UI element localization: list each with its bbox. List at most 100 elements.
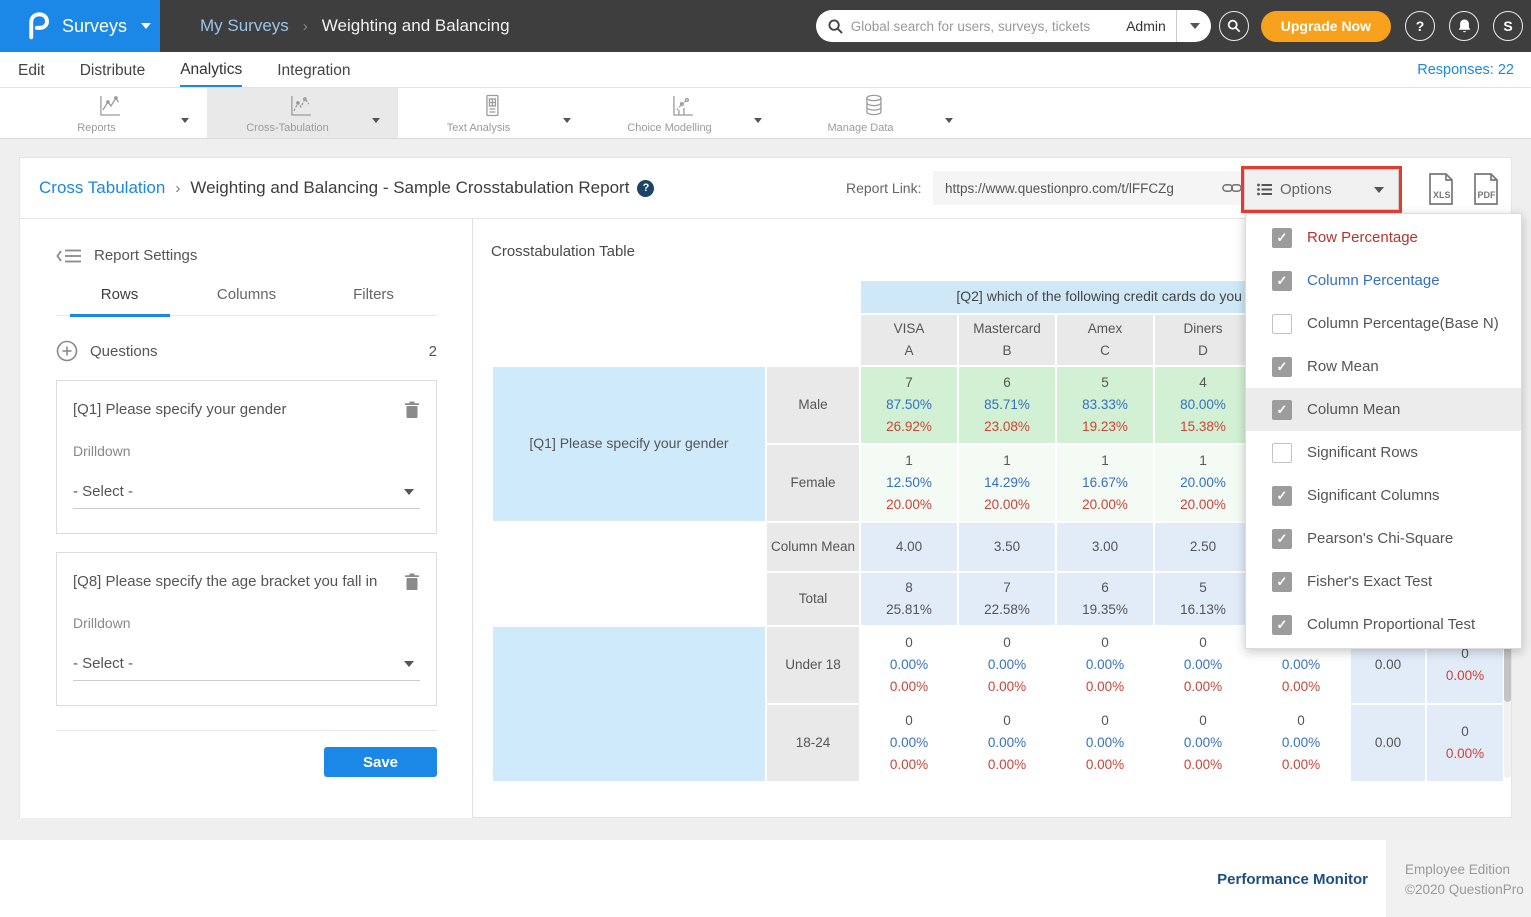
- search-submit-button[interactable]: [1219, 11, 1249, 41]
- column-mean-cell: 3.50: [959, 523, 1055, 571]
- collapse-panel-button[interactable]: Report Settings: [56, 247, 437, 264]
- menu-item-significant-columns[interactable]: Significant Columns: [1246, 474, 1521, 517]
- chevron-down-icon: [404, 489, 414, 495]
- scrollbar-thumb[interactable]: [1504, 640, 1511, 702]
- checkbox-checked-icon[interactable]: [1272, 400, 1292, 420]
- toolbar-tab-manage-data[interactable]: Manage Data: [780, 88, 971, 138]
- scatter-chart-icon: [669, 93, 695, 119]
- drilldown-select[interactable]: - Select -: [73, 655, 420, 681]
- menu-item-row-percentage[interactable]: Row Percentage: [1246, 216, 1521, 259]
- tab-filters[interactable]: Filters: [310, 286, 437, 315]
- toolbar-tab-cross-tabulation[interactable]: Cross-Tabulation: [207, 88, 398, 138]
- global-search-input[interactable]: [851, 19, 1116, 34]
- breadcrumb: My Surveys › Weighting and Balancing: [200, 16, 510, 36]
- checkbox-checked-icon[interactable]: [1272, 572, 1292, 592]
- options-button[interactable]: Options: [1244, 169, 1399, 210]
- nav-tab-edit[interactable]: Edit: [18, 54, 45, 86]
- toolbar-tab-text-analysis[interactable]: Text Analysis: [398, 88, 589, 138]
- cross-tabulation-link[interactable]: Cross Tabulation: [39, 178, 165, 198]
- total-cell: 516.13%: [1155, 573, 1251, 625]
- nav-tab-integration[interactable]: Integration: [277, 54, 350, 86]
- breadcrumb-my-surveys[interactable]: My Surveys: [200, 16, 289, 36]
- data-cell: 116.67%20.00%: [1057, 445, 1153, 521]
- product-menu-label: Surveys: [62, 16, 127, 37]
- tab-rows[interactable]: Rows: [56, 286, 183, 315]
- performance-monitor-link[interactable]: Performance Monitor: [1217, 871, 1368, 888]
- notifications-button[interactable]: [1449, 11, 1479, 41]
- chevron-down-icon[interactable]: [370, 110, 380, 128]
- menu-item-column-proportional-test[interactable]: Column Proportional Test: [1246, 603, 1521, 646]
- nav-tab-analytics[interactable]: Analytics: [180, 53, 242, 87]
- help-button[interactable]: ?: [1405, 11, 1435, 41]
- menu-item-column-percentage-base-n[interactable]: Column Percentage(Base N): [1246, 302, 1521, 345]
- toolbar-tab-choice-modelling[interactable]: Choice Modelling: [589, 88, 780, 138]
- search-scope-selector[interactable]: Admin: [1116, 18, 1176, 34]
- report-url-input[interactable]: [933, 181, 1218, 196]
- data-cell: 112.50%20.00%: [861, 445, 957, 521]
- chevron-down-icon: [141, 23, 151, 29]
- question-title: [Q8] Please specify the age bracket you …: [73, 573, 404, 590]
- data-cell: 114.29%20.00%: [959, 445, 1055, 521]
- chevron-down-icon[interactable]: [943, 110, 953, 128]
- search-scope-dropdown[interactable]: [1177, 10, 1211, 42]
- checkbox-checked-icon[interactable]: [1272, 271, 1292, 291]
- row-total-cell: 00.00%: [1427, 705, 1503, 781]
- copyright-label: ©2020 QuestionPro: [1405, 880, 1531, 900]
- upgrade-now-button[interactable]: Upgrade Now: [1261, 11, 1391, 42]
- page: Surveys My Surveys › Weighting and Balan…: [0, 0, 1531, 917]
- menu-item-column-percentage[interactable]: Column Percentage: [1246, 259, 1521, 302]
- row-header-male: Male: [767, 367, 859, 443]
- checkbox-unchecked-icon[interactable]: [1272, 443, 1292, 463]
- question-card-q8: [Q8] Please specify the age bracket you …: [56, 552, 437, 706]
- column-header-amex: AmexC: [1057, 315, 1153, 365]
- trash-icon: [404, 401, 420, 419]
- responses-count[interactable]: Responses: 22: [1417, 62, 1531, 78]
- export-xls-button[interactable]: XLS: [1426, 172, 1456, 206]
- total-cell: 619.35%: [1057, 573, 1153, 625]
- data-cell: 787.50%26.92%: [861, 367, 957, 443]
- data-cell: 00.00%0.00%: [1155, 705, 1251, 781]
- breadcrumb-separator: ›: [175, 180, 180, 197]
- column-mean-cell: 2.50: [1155, 523, 1251, 571]
- chevron-down-icon[interactable]: [561, 110, 571, 128]
- drilldown-select[interactable]: - Select -: [73, 483, 420, 509]
- add-question-icon[interactable]: [56, 340, 78, 362]
- checkbox-checked-icon[interactable]: [1272, 615, 1292, 635]
- search-icon: [828, 19, 843, 34]
- question-title: [Q1] Please specify your gender: [73, 401, 404, 418]
- menu-item-pearsons-chi-square[interactable]: Pearson's Chi-Square: [1246, 517, 1521, 560]
- bell-icon: [1457, 18, 1472, 34]
- tab-columns[interactable]: Columns: [183, 286, 310, 315]
- menu-item-significant-rows[interactable]: Significant Rows: [1246, 431, 1521, 474]
- chevron-down-icon[interactable]: [179, 110, 189, 128]
- report-link-label: Report Link:: [846, 180, 921, 196]
- data-cell: 00.00%0.00%: [959, 627, 1055, 703]
- chevron-down-icon[interactable]: [752, 110, 762, 128]
- drilldown-select-value: - Select -: [73, 483, 402, 500]
- export-pdf-button[interactable]: PDF: [1471, 172, 1501, 206]
- divider: [56, 730, 437, 731]
- nav-tab-distribute[interactable]: Distribute: [80, 54, 145, 86]
- checkbox-checked-icon[interactable]: [1272, 357, 1292, 377]
- toolbar-tab-reports[interactable]: Reports: [16, 88, 207, 138]
- delete-question-button[interactable]: [404, 573, 420, 591]
- product-menu[interactable]: Surveys: [0, 0, 160, 52]
- row-mean-cell: 0.00: [1351, 705, 1425, 781]
- user-avatar[interactable]: S: [1493, 11, 1523, 41]
- save-button[interactable]: Save: [324, 747, 437, 777]
- menu-item-fishers-exact-test[interactable]: Fisher's Exact Test: [1246, 560, 1521, 603]
- menu-item-column-mean[interactable]: Column Mean: [1246, 388, 1521, 431]
- delete-question-button[interactable]: [404, 401, 420, 419]
- breadcrumb-current: Weighting and Balancing: [322, 16, 510, 36]
- help-icon[interactable]: ?: [637, 180, 654, 197]
- questions-count: 2: [429, 343, 437, 360]
- toolbar-tab-label: Text Analysis: [398, 122, 559, 134]
- data-cell: 00.00%0.00%: [861, 705, 957, 781]
- menu-item-row-mean[interactable]: Row Mean: [1246, 345, 1521, 388]
- checkbox-unchecked-icon[interactable]: [1272, 314, 1292, 334]
- analytics-toolbar: Reports Cross-Tabulation Text Analysis C…: [0, 88, 1531, 139]
- checkbox-checked-icon[interactable]: [1272, 228, 1292, 248]
- checkbox-checked-icon[interactable]: [1272, 529, 1292, 549]
- checkbox-checked-icon[interactable]: [1272, 486, 1292, 506]
- row-group-label-q8: [493, 627, 765, 781]
